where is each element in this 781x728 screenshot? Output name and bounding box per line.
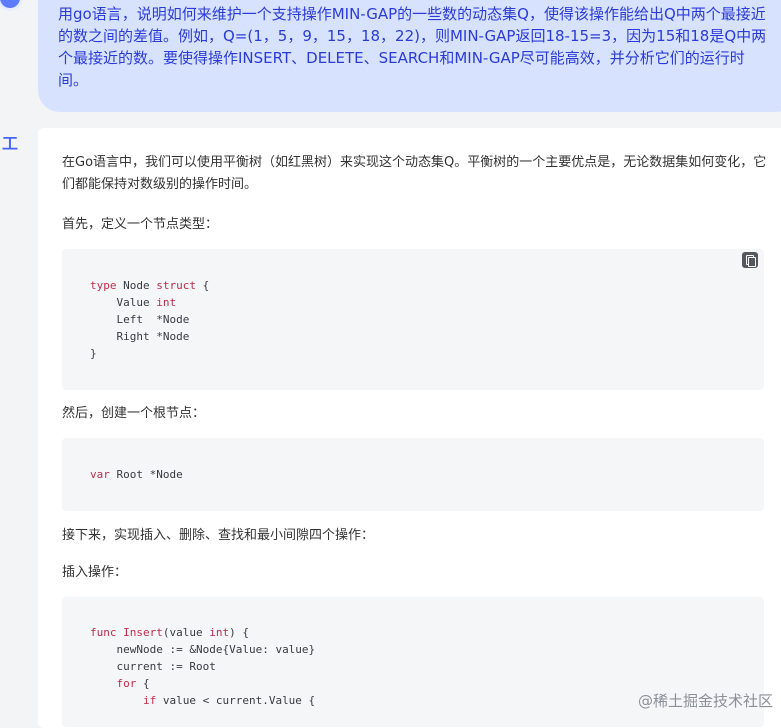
site-watermark: @稀土掘金技术社区 — [637, 692, 773, 710]
user-avatar-icon — [0, 0, 20, 8]
code-block-node-struct: type Node struct { Value int Left *Node … — [62, 249, 764, 390]
user-message-text: 用go语言，说明如何来维护一个支持操作MIN-GAP的一些数的动态集Q，使得该操… — [58, 5, 767, 89]
step-define-node-text: 首先，定义一个节点类型： — [62, 217, 219, 232]
step-create-root-text: 然后，创建一个根节点： — [62, 406, 206, 421]
copy-icon[interactable] — [742, 252, 758, 268]
code-text: type Node struct { Value int Left *Node … — [90, 279, 210, 360]
assistant-logo-icon: 工 — [1, 134, 18, 153]
code-text: func Insert(value int) { newNode := &Nod… — [90, 626, 316, 707]
assistant-intro-paragraph: 在Go语言中，我们可以使用平衡树（如红黑树）来实现这个动态集Q。平衡树的一个主要… — [62, 155, 767, 192]
code-block-root-var: var Root *Node — [62, 438, 764, 511]
step-operations-text: 接下来，实现插入、删除、查找和最小间隙四个操作： — [62, 528, 375, 543]
step-insert-text: 插入操作： — [62, 565, 128, 580]
code-text: var Root *Node — [90, 468, 183, 481]
